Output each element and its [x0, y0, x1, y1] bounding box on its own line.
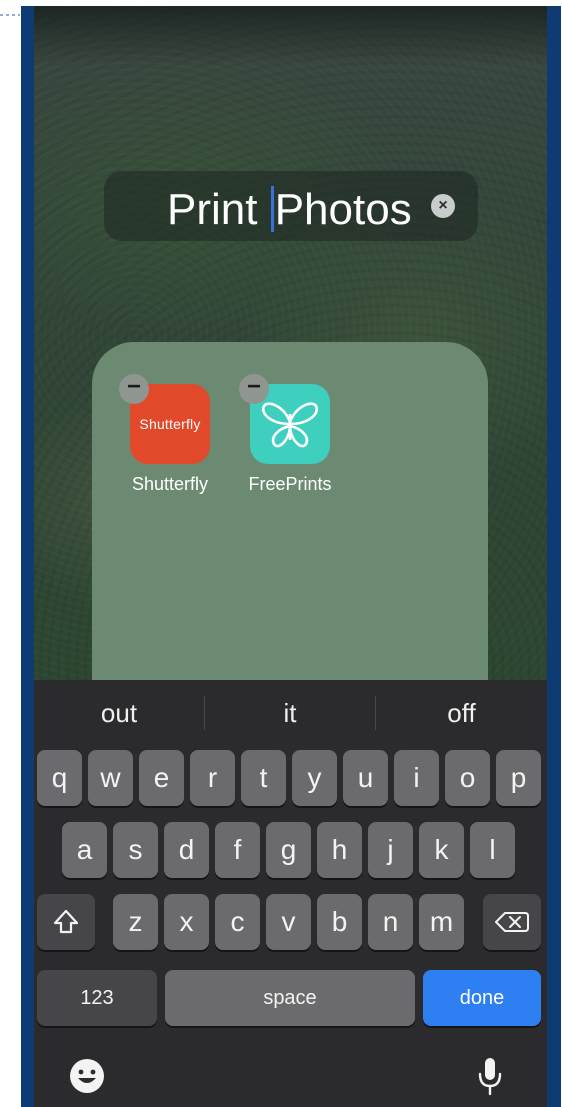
key-s[interactable]: s: [113, 822, 158, 878]
status-bar-area: [34, 6, 547, 66]
emoji-button[interactable]: [67, 1056, 107, 1096]
key-y[interactable]: y: [292, 750, 337, 806]
minus-icon: −: [246, 373, 261, 400]
remove-freeprints-button[interactable]: −: [239, 374, 269, 404]
keyboard: out it off q w e r t y u i o p a s d f g…: [34, 680, 547, 1107]
minus-icon: −: [126, 373, 141, 400]
microphone-icon: [478, 1058, 502, 1096]
clear-text-button[interactable]: ×: [431, 194, 455, 218]
suggestion-out[interactable]: out: [34, 680, 204, 746]
key-c[interactable]: c: [215, 894, 260, 950]
shift-key[interactable]: [37, 894, 95, 950]
key-f[interactable]: f: [215, 822, 260, 878]
done-key[interactable]: done: [423, 970, 541, 1026]
key-z[interactable]: z: [113, 894, 158, 950]
key-e[interactable]: e: [139, 750, 184, 806]
key-q[interactable]: q: [37, 750, 82, 806]
folder-name-part-after-caret: Photos: [274, 185, 412, 234]
key-n[interactable]: n: [368, 894, 413, 950]
folder-name-part-before-caret: Print: [167, 185, 270, 234]
key-o[interactable]: o: [445, 750, 490, 806]
key-u[interactable]: u: [343, 750, 388, 806]
key-t[interactable]: t: [241, 750, 286, 806]
key-w[interactable]: w: [88, 750, 133, 806]
text-caret: [270, 186, 274, 232]
dictation-button[interactable]: [474, 1054, 506, 1098]
dashed-edge-mark: [0, 14, 20, 16]
key-p[interactable]: p: [496, 750, 541, 806]
key-b[interactable]: b: [317, 894, 362, 950]
key-l[interactable]: l: [470, 822, 515, 878]
key-v[interactable]: v: [266, 894, 311, 950]
key-j[interactable]: j: [368, 822, 413, 878]
screenshot-stage: Print Photos × Shutterfly Shutterfly Fre…: [0, 0, 562, 1107]
remove-shutterfly-button[interactable]: −: [119, 374, 149, 404]
key-i[interactable]: i: [394, 750, 439, 806]
key-h[interactable]: h: [317, 822, 362, 878]
smiley-icon: [70, 1059, 104, 1093]
key-g[interactable]: g: [266, 822, 311, 878]
app-label-freeprints: FreePrints: [248, 474, 332, 494]
key-k[interactable]: k: [419, 822, 464, 878]
predictive-text-bar: out it off: [34, 680, 547, 746]
shutterfly-logo-text: Shutterfly: [139, 416, 201, 432]
suggestion-off[interactable]: off: [376, 680, 547, 746]
backspace-icon: [495, 912, 529, 932]
key-r[interactable]: r: [190, 750, 235, 806]
key-m[interactable]: m: [419, 894, 464, 950]
space-key[interactable]: space: [165, 970, 415, 1026]
folder-name-input[interactable]: Print Photos: [167, 182, 412, 238]
delete-key[interactable]: [483, 894, 541, 950]
app-label-shutterfly: Shutterfly: [131, 474, 209, 494]
suggestion-it[interactable]: it: [205, 680, 375, 746]
key-d[interactable]: d: [164, 822, 209, 878]
phone-frame: Print Photos × Shutterfly Shutterfly Fre…: [21, 6, 561, 1107]
key-x[interactable]: x: [164, 894, 209, 950]
clear-x-icon: ×: [438, 197, 448, 214]
numbers-key[interactable]: 123: [37, 970, 157, 1026]
key-a[interactable]: a: [62, 822, 107, 878]
shift-arrow-icon: [53, 909, 79, 934]
